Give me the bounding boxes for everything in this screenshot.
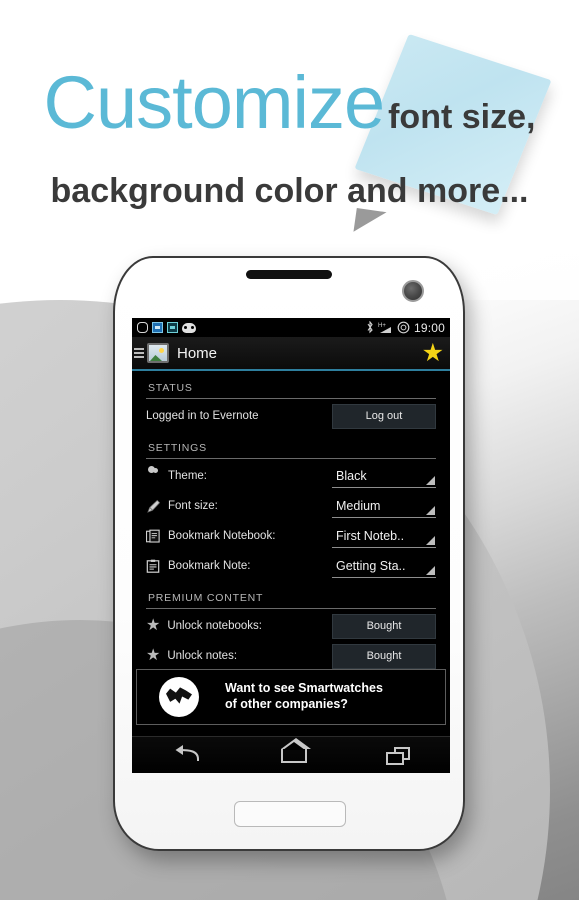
cyanogenmod-robot-icon bbox=[182, 323, 196, 333]
bookmark-note-spinner[interactable]: Getting Sta.. bbox=[332, 554, 436, 578]
hamburger-icon[interactable] bbox=[134, 348, 144, 358]
svg-text:H+: H+ bbox=[378, 323, 386, 329]
android-status-bar: H+ 19:00 bbox=[132, 318, 450, 337]
front-camera-icon bbox=[402, 280, 424, 302]
ad-banner-text: Want to see Smartwatches of other compan… bbox=[225, 681, 383, 712]
earpiece-speaker bbox=[246, 270, 332, 279]
ad-line-1: Want to see Smartwatches bbox=[225, 681, 383, 695]
row-unlock-notebooks: ★ Unlock notebooks: Bought bbox=[146, 611, 436, 641]
pencil-icon bbox=[146, 499, 161, 514]
row-login-status: Logged in to Evernote Log out bbox=[146, 401, 436, 431]
promo-screenshot: Customizefont size, background color and… bbox=[0, 0, 579, 900]
battery-circle-icon bbox=[397, 321, 410, 334]
login-status-label: Logged in to Evernote bbox=[146, 410, 259, 422]
app-blue-icon bbox=[152, 322, 163, 333]
promo-headline-line2: background color and more... bbox=[0, 172, 579, 211]
physical-home-button[interactable] bbox=[234, 801, 346, 827]
cloud-icon bbox=[146, 469, 161, 484]
row-unlock-notes: ★ Unlock notes: Bought bbox=[146, 641, 436, 671]
bookmark-note-value: Getting Sta.. bbox=[332, 559, 405, 573]
bookmark-note-label: Bookmark Note: bbox=[168, 560, 250, 572]
app-teal-icon bbox=[167, 322, 178, 333]
home-icon[interactable] bbox=[281, 749, 307, 763]
settings-content: STATUS Logged in to Evernote Log out SET… bbox=[132, 371, 450, 773]
section-header-premium: PREMIUM CONTENT bbox=[146, 581, 436, 609]
section-header-settings: SETTINGS bbox=[146, 431, 436, 459]
ad-line-2: of other companies? bbox=[225, 697, 348, 711]
back-icon[interactable] bbox=[172, 744, 202, 769]
row-theme[interactable]: Theme: Black bbox=[146, 461, 436, 491]
bookmark-note-label-group: Bookmark Note: bbox=[146, 559, 250, 574]
font-size-label: Font size: bbox=[168, 500, 218, 512]
theme-label: Theme: bbox=[168, 470, 207, 482]
section-header-status: STATUS bbox=[146, 371, 436, 399]
font-size-label-group: Font size: bbox=[146, 499, 218, 514]
star-icon: ★ bbox=[146, 648, 160, 664]
ad-banner[interactable]: Want to see Smartwatches of other compan… bbox=[136, 669, 446, 725]
star-icon[interactable]: ★ bbox=[422, 341, 444, 366]
recents-icon[interactable] bbox=[386, 747, 410, 765]
bluetooth-icon bbox=[366, 321, 374, 334]
unlock-notes-button[interactable]: Bought bbox=[332, 644, 436, 669]
android-nav-bar bbox=[132, 736, 450, 773]
app-action-bar: Home ★ bbox=[132, 337, 450, 371]
note-icon bbox=[146, 559, 161, 574]
unlock-notebooks-button[interactable]: Bought bbox=[332, 614, 436, 639]
theme-value: Black bbox=[332, 469, 367, 483]
bookmark-notebook-label-group: Bookmark Notebook: bbox=[146, 529, 275, 544]
rounded-square-icon bbox=[137, 322, 148, 333]
notebook-icon bbox=[146, 529, 161, 544]
row-bookmark-note[interactable]: Bookmark Note: Getting Sta.. bbox=[146, 551, 436, 581]
star-icon: ★ bbox=[146, 618, 160, 634]
theme-spinner[interactable]: Black bbox=[332, 464, 436, 488]
page-title: Home bbox=[177, 345, 217, 362]
headline-highlight: Customize bbox=[44, 61, 385, 144]
status-clock: 19:00 bbox=[414, 321, 445, 335]
font-size-value: Medium bbox=[332, 499, 380, 513]
arrow-pointer-icon bbox=[353, 208, 386, 236]
status-system-icons: H+ 19:00 bbox=[366, 321, 445, 335]
promo-headline: Customizefont size, bbox=[0, 60, 579, 145]
unlock-notebooks-label: Unlock notebooks: bbox=[167, 620, 262, 632]
row-font-size[interactable]: Font size: Medium bbox=[146, 491, 436, 521]
bookmark-notebook-label: Bookmark Notebook: bbox=[168, 530, 275, 542]
phone-screen: H+ 19:00 Home ★ STATUS bbox=[132, 318, 450, 773]
bookmark-notebook-value: First Noteb.. bbox=[332, 529, 404, 543]
signal-hplus-icon: H+ bbox=[378, 321, 393, 334]
row-bookmark-notebook[interactable]: Bookmark Notebook: First Noteb.. bbox=[146, 521, 436, 551]
logout-button[interactable]: Log out bbox=[332, 404, 436, 429]
unlock-notes-label-group: ★ Unlock notes: bbox=[146, 648, 237, 664]
app-logo-icon bbox=[147, 343, 169, 363]
theme-label-group: Theme: bbox=[146, 469, 207, 484]
font-size-spinner[interactable]: Medium bbox=[332, 494, 436, 518]
globe-icon bbox=[159, 677, 199, 717]
bookmark-notebook-spinner[interactable]: First Noteb.. bbox=[332, 524, 436, 548]
headline-rest: font size, bbox=[388, 98, 535, 136]
unlock-notes-label: Unlock notes: bbox=[167, 650, 237, 662]
phone-device: H+ 19:00 Home ★ STATUS bbox=[113, 256, 465, 851]
unlock-notebooks-label-group: ★ Unlock notebooks: bbox=[146, 618, 262, 634]
status-notification-icons bbox=[137, 322, 196, 333]
